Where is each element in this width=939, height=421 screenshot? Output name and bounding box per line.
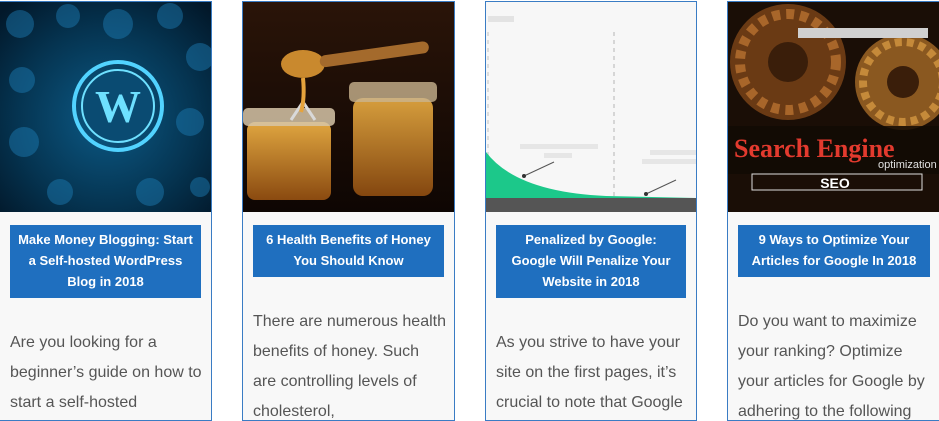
post-title-link[interactable]: Make Money Blogging: Start a Self-hosted… [10,225,201,298]
post-title-link[interactable]: 6 Health Benefits of Honey You Should Kn… [253,225,444,277]
post-title-link[interactable]: Penalized by Google: Google Will Penaliz… [496,225,686,298]
post-card: 6 Health Benefits of Honey You Should Kn… [242,1,455,421]
seo-gears-image[interactable]: Search Engine optimization SEO [728,2,939,212]
seo-image-label: SEO [820,175,850,191]
seo-image-subtext: optimization [878,159,937,171]
post-excerpt: Are you looking for a beginner’s guide o… [10,334,202,411]
seo-image-text: Search Engine [734,134,895,163]
post-card: Search Engine optimization SEO 9 Ways to… [727,1,939,421]
post-title-link[interactable]: 9 Ways to Optimize Your Articles for Goo… [738,225,930,277]
post-excerpt: There are numerous health benefits of ho… [253,313,446,420]
traffic-drop-graph-image[interactable] [486,2,696,212]
post-excerpt: As you strive to have your site on the f… [496,334,683,411]
post-excerpt: Do you want to maximize your ranking? Op… [738,313,925,420]
svg-text:W: W [95,81,141,132]
honey-jars-image[interactable] [243,2,454,212]
wordpress-logo-image[interactable]: W [0,2,211,212]
post-card: W Make Money Blogging: Start a Self-host… [0,1,212,421]
post-card: Penalized by Google: Google Will Penaliz… [485,1,697,421]
